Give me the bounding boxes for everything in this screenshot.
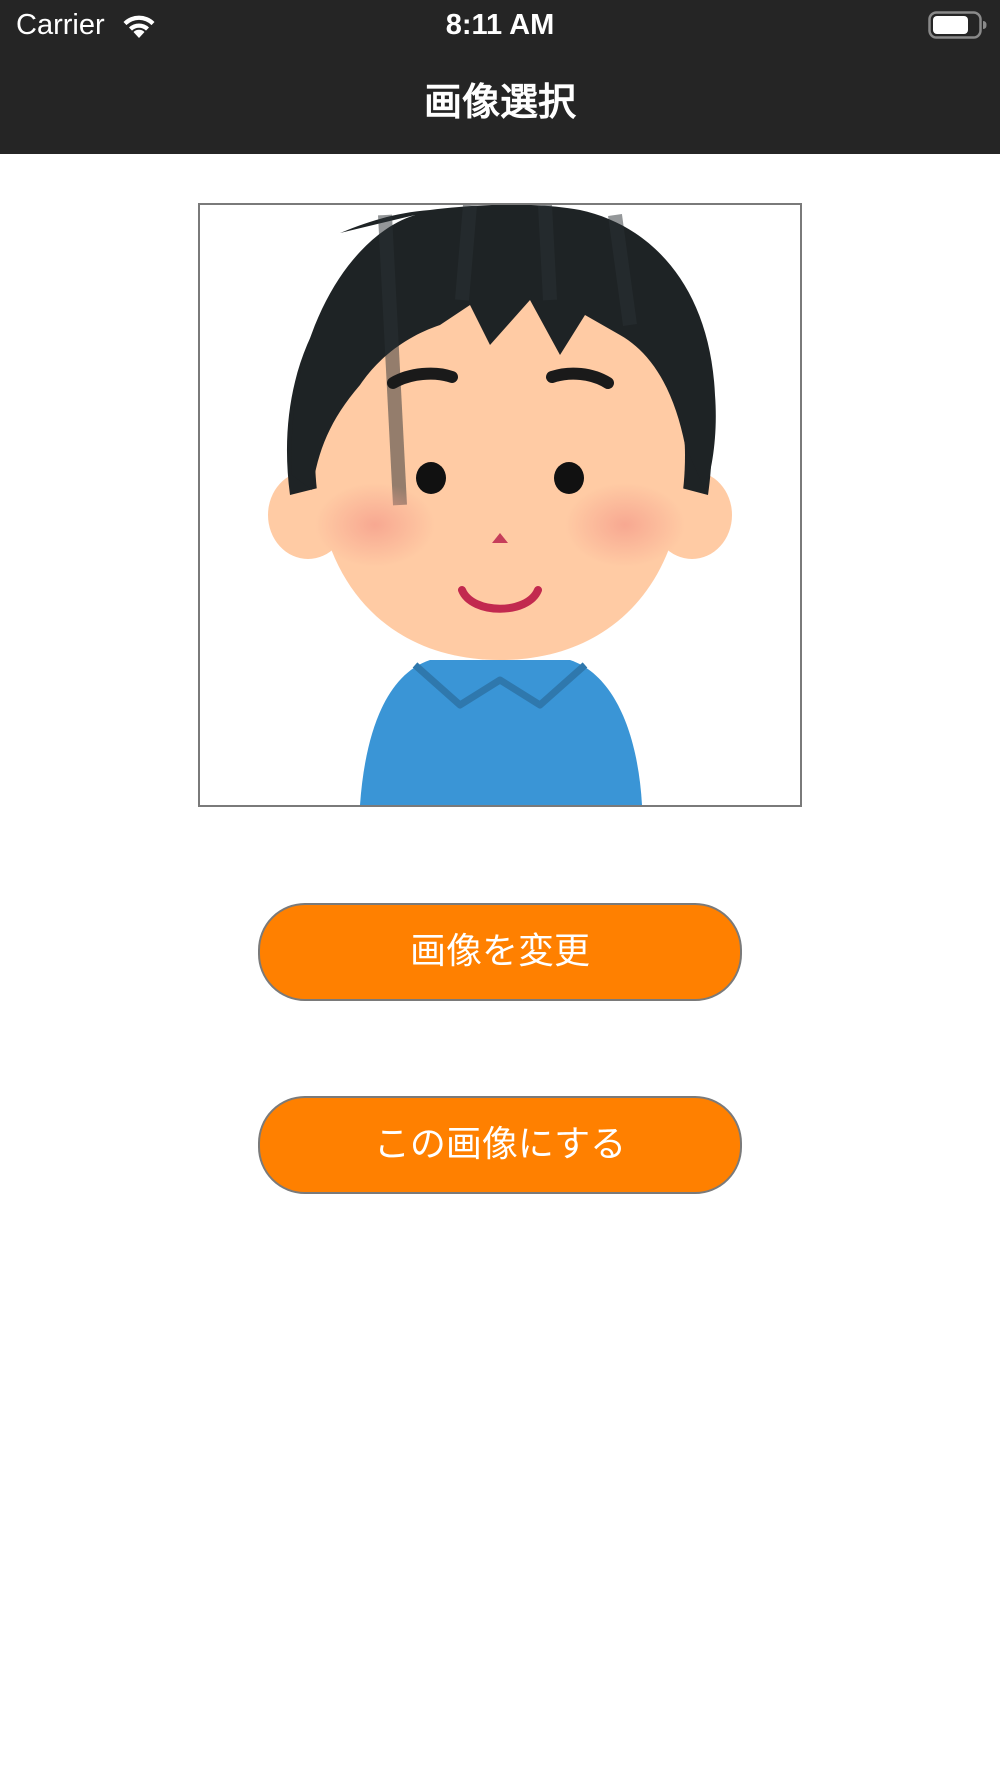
page-title: 画像選択 bbox=[423, 80, 576, 124]
selected-image-frame bbox=[198, 203, 802, 807]
use-this-image-button[interactable]: この画像にする bbox=[258, 1096, 742, 1194]
status-time: 8:11 AM bbox=[445, 9, 555, 41]
status-bar: Carrier 8:11 AM bbox=[0, 0, 1000, 50]
change-image-button[interactable]: 画像を変更 bbox=[258, 903, 742, 1001]
app-screen: Carrier 8:11 AM 画像選択 画像を変更 この画像にする bbox=[0, 0, 1000, 1778]
battery-icon bbox=[928, 11, 987, 39]
boy-avatar-illustration bbox=[268, 205, 732, 805]
navigation-bar: Carrier 8:11 AM 画像選択 bbox=[0, 0, 1000, 154]
